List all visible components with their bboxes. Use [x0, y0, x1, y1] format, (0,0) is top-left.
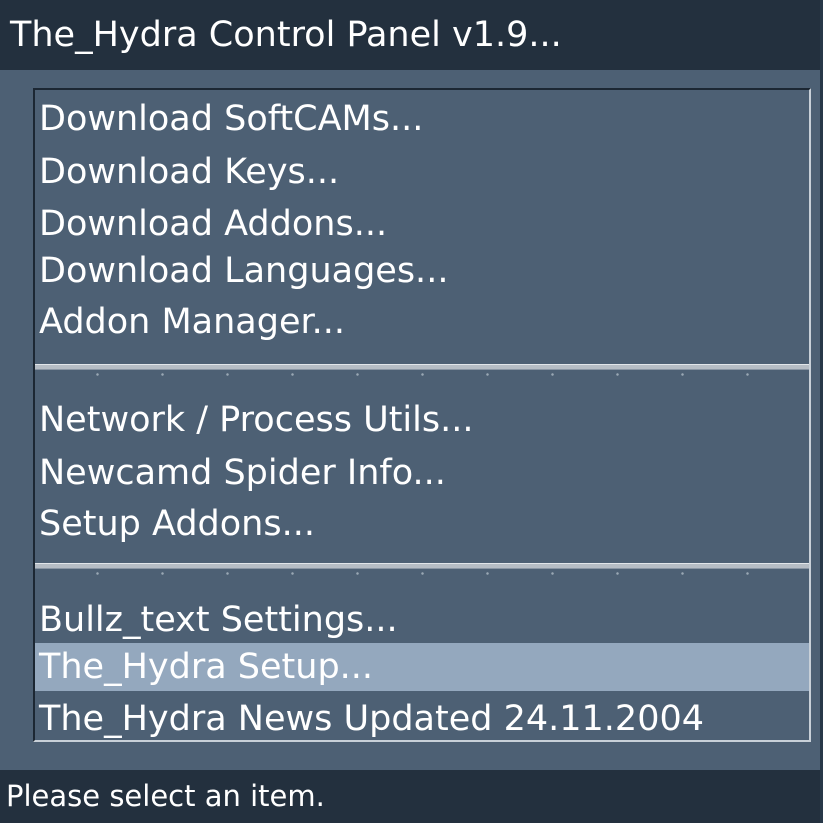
menu-item-the-hydra-setup[interactable]: The_Hydra Setup... [35, 643, 809, 691]
menu-item-download-keys[interactable]: Download Keys... [35, 148, 809, 196]
menu-item-download-languages[interactable]: Download Languages... [35, 247, 809, 295]
menu-item-newcamd-spider-info[interactable]: Newcamd Spider Info... [35, 449, 809, 497]
menu-item-the-hydra-news[interactable]: The_Hydra News Updated 24.11.2004 [35, 695, 809, 743]
menu-separator-dots [35, 572, 809, 575]
menu-item-network-process-utils[interactable]: Network / Process Utils... [35, 396, 809, 444]
menu-list[interactable]: Download SoftCAMs... Download Keys... Do… [35, 90, 809, 740]
menu-item-download-addons[interactable]: Download Addons... [35, 200, 809, 248]
menu-separator-dots [35, 373, 809, 376]
menu-item-addon-manager[interactable]: Addon Manager... [35, 298, 809, 346]
menu-separator [35, 563, 809, 569]
menu-item-setup-addons[interactable]: Setup Addons... [35, 500, 809, 548]
menu-list-frame: Download SoftCAMs... Download Keys... Do… [33, 88, 811, 742]
status-bar: Please select an item. [0, 770, 820, 823]
control-panel-window: The_Hydra Control Panel v1.9... Download… [0, 0, 823, 823]
window-title: The_Hydra Control Panel v1.9... [0, 0, 820, 70]
menu-item-download-softcams[interactable]: Download SoftCAMs... [35, 95, 809, 143]
menu-item-bullz-text-settings[interactable]: Bullz_text Settings... [35, 596, 809, 644]
menu-separator [35, 364, 809, 370]
